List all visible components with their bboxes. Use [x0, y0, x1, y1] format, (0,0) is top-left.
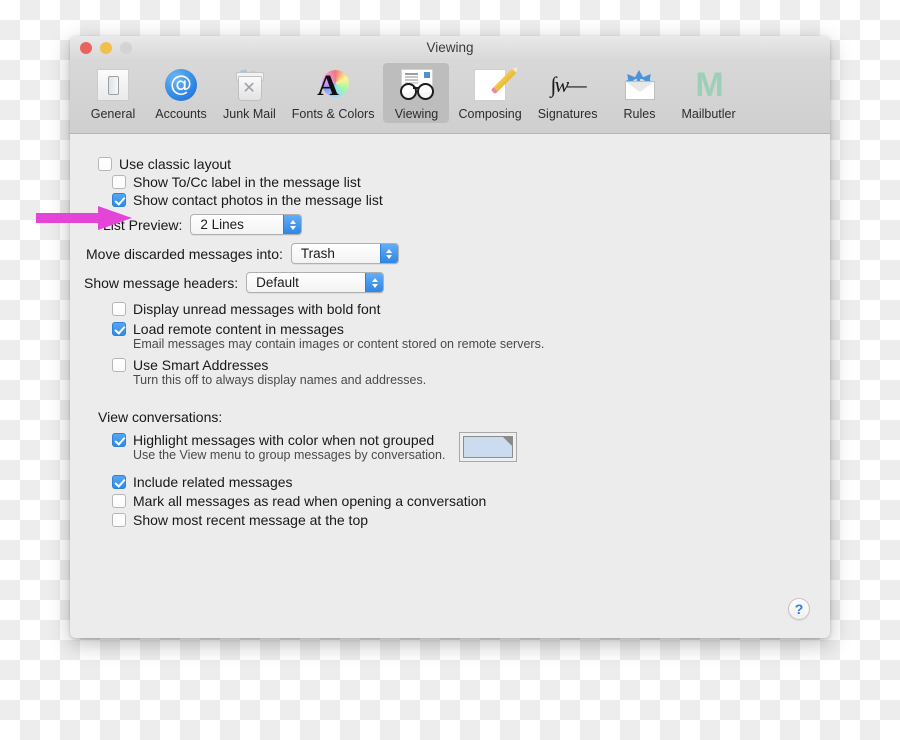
toolbar-item-accounts[interactable]: @ Accounts	[148, 63, 214, 123]
checkbox-show-tocc-label[interactable]	[112, 175, 126, 189]
toolbar-item-mailbutler[interactable]: M Mailbutler	[674, 63, 742, 123]
accounts-at-icon: @	[162, 66, 200, 104]
stepper-show-headers[interactable]	[365, 273, 384, 292]
dropdown-value-move-discarded: Trash	[300, 246, 335, 261]
label-show-most-recent: Show most recent message at the top	[133, 512, 369, 528]
hint-highlight-messages: Use the View menu to group messages by c…	[133, 448, 446, 462]
compose-icon	[471, 66, 517, 104]
toolbar-label-general: General	[90, 107, 136, 121]
zoom-button	[120, 42, 132, 54]
color-well-conversation-highlight[interactable]	[459, 432, 518, 462]
toolbar-label-fonts-colors: Fonts & Colors	[291, 107, 375, 121]
checkbox-row-include-related[interactable]: Include related messages	[112, 474, 802, 490]
checkbox-row-highlight-messages[interactable]: Highlight messages with color when not g…	[112, 432, 445, 448]
label-highlight-messages: Highlight messages with color when not g…	[133, 432, 435, 448]
checkbox-load-remote-content[interactable]	[112, 322, 126, 336]
chevron-up-icon	[386, 248, 393, 253]
label-use-classic-layout: Use classic layout	[119, 156, 232, 172]
toolbar-label-junk-mail: Junk Mail	[223, 107, 276, 121]
checkbox-highlight-messages[interactable]	[112, 433, 126, 447]
toolbar-item-general[interactable]: General	[80, 63, 146, 123]
mailbutler-icon: M	[695, 66, 723, 104]
label-include-related: Include related messages	[133, 474, 293, 490]
preferences-toolbar: General @ Accounts ✕ Junk Mail A Fonts &…	[70, 60, 830, 134]
toolbar-item-composing[interactable]: Composing	[451, 63, 528, 123]
checkbox-use-classic-layout[interactable]	[98, 157, 112, 171]
trash-icon: ✕	[230, 66, 268, 104]
glasses-icon	[397, 66, 435, 104]
label-use-smart-addresses: Use Smart Addresses	[133, 357, 269, 373]
chevron-down-icon	[289, 225, 296, 230]
dropdown-move-discarded[interactable]: Trash	[290, 243, 399, 264]
color-swatch	[463, 436, 514, 458]
chevron-up-icon	[289, 219, 296, 224]
close-button[interactable]	[80, 42, 92, 54]
checkbox-show-contact-photos[interactable]	[112, 193, 126, 207]
label-mark-all-read: Mark all messages as read when opening a…	[133, 493, 487, 509]
checkbox-row-use-classic-layout[interactable]: Use classic layout	[98, 156, 802, 172]
label-display-unread-bold: Display unread messages with bold font	[133, 301, 381, 317]
viewing-preferences-pane: Use classic layout Show To/Cc label in t…	[70, 134, 830, 638]
checkbox-use-smart-addresses[interactable]	[112, 358, 126, 372]
toolbar-label-rules: Rules	[623, 107, 656, 121]
section-title-view-conversations: View conversations:	[98, 409, 223, 425]
checkbox-row-mark-all-read[interactable]: Mark all messages as read when opening a…	[112, 493, 802, 509]
chevron-down-icon	[371, 283, 378, 288]
preferences-window: Viewing General @ Accounts ✕ Junk Mail A…	[70, 36, 830, 638]
toolbar-label-composing: Composing	[458, 107, 522, 121]
window-traffic-lights	[80, 42, 132, 54]
checkbox-row-show-contact-photos[interactable]: Show contact photos in the message list	[112, 192, 802, 208]
toolbar-label-mailbutler: Mailbutler	[681, 107, 736, 121]
hint-load-remote-content: Email messages may contain images or con…	[133, 337, 545, 351]
toolbar-label-signatures: Signatures	[537, 107, 598, 121]
checkbox-row-show-most-recent[interactable]: Show most recent message at the top	[112, 512, 802, 528]
dropdown-value-show-headers: Default	[256, 275, 299, 290]
checkbox-row-use-smart-addresses[interactable]: Use Smart Addresses	[112, 357, 802, 373]
window-titlebar: Viewing	[70, 36, 830, 60]
window-title: Viewing	[426, 40, 474, 55]
font-colors-icon: A	[314, 66, 352, 104]
field-list-preview: List Preview: 2 Lines	[103, 214, 802, 235]
label-show-tocc-label: Show To/Cc label in the message list	[133, 174, 361, 190]
checkbox-row-display-unread-bold[interactable]: Display unread messages with bold font	[112, 301, 802, 317]
label-move-discarded: Move discarded messages into:	[86, 245, 283, 262]
checkbox-include-related[interactable]	[112, 475, 126, 489]
checkbox-row-show-tocc-label[interactable]: Show To/Cc label in the message list	[112, 174, 802, 190]
label-show-contact-photos: Show contact photos in the message list	[133, 192, 383, 208]
toolbar-item-viewing[interactable]: Viewing	[383, 63, 450, 123]
toolbar-item-rules[interactable]: Rules	[606, 63, 672, 123]
stepper-move-discarded[interactable]	[379, 244, 398, 263]
dropdown-value-list-preview: 2 Lines	[200, 217, 244, 232]
toolbar-item-junk-mail[interactable]: ✕ Junk Mail	[216, 63, 283, 123]
label-list-preview: List Preview:	[103, 216, 183, 233]
checkbox-display-unread-bold[interactable]	[112, 302, 126, 316]
label-load-remote-content: Load remote content in messages	[133, 321, 344, 337]
group-highlight-messages: Highlight messages with color when not g…	[98, 432, 802, 462]
general-icon	[94, 66, 132, 104]
help-button[interactable]: ?	[788, 598, 810, 620]
stepper-list-preview[interactable]	[283, 215, 302, 234]
checkbox-show-most-recent[interactable]	[112, 513, 126, 527]
minimize-button[interactable]	[100, 42, 112, 54]
toolbar-item-signatures[interactable]: ∫w— Signatures	[531, 63, 605, 123]
dropdown-show-headers[interactable]: Default	[246, 272, 385, 293]
toolbar-label-accounts: Accounts	[155, 107, 207, 121]
hint-use-smart-addresses: Turn this off to always display names an…	[133, 373, 427, 387]
chevron-up-icon	[371, 277, 378, 282]
toolbar-label-viewing: Viewing	[394, 107, 439, 121]
rules-icon	[620, 66, 658, 104]
label-show-headers: Show message headers:	[84, 274, 239, 291]
toolbar-item-fonts-colors[interactable]: A Fonts & Colors	[285, 63, 382, 123]
checkbox-mark-all-read[interactable]	[112, 494, 126, 508]
field-move-discarded: Move discarded messages into: Trash	[86, 243, 802, 264]
signature-icon: ∫w—	[550, 72, 586, 97]
chevron-down-icon	[386, 254, 393, 259]
field-show-headers: Show message headers: Default	[84, 272, 802, 293]
checkbox-row-load-remote-content[interactable]: Load remote content in messages	[112, 321, 802, 337]
dropdown-list-preview[interactable]: 2 Lines	[190, 214, 303, 235]
